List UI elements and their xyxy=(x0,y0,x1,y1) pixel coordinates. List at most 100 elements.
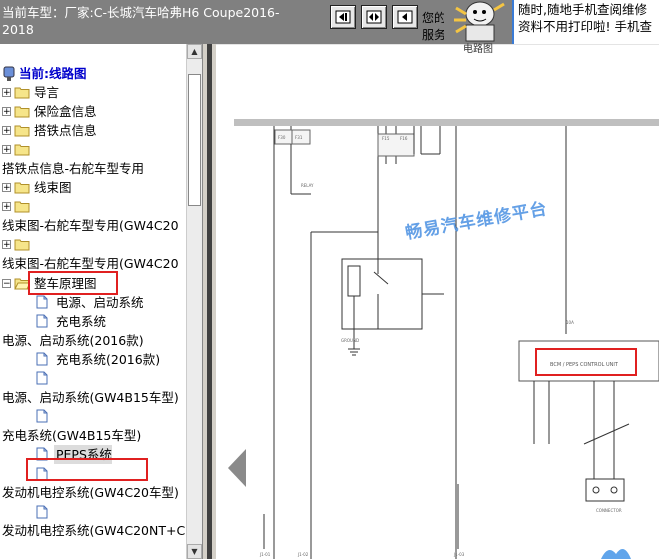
tree-item-label: 线束图-右舵车型专用(GW4C20 xyxy=(2,218,179,234)
document-icon xyxy=(36,352,48,366)
document-icon xyxy=(36,409,48,423)
first-page-icon xyxy=(335,10,351,24)
expand-icon[interactable]: + xyxy=(2,183,11,193)
expand-icon[interactable]: + xyxy=(2,240,11,250)
tree-item[interactable] xyxy=(36,502,56,521)
car-model-line-1: 当前车型：厂家:C-长城汽车哈弗H6 Coupe2016- xyxy=(2,5,280,20)
document-icon xyxy=(36,371,48,385)
tree-item[interactable]: 充电系统(2016款) xyxy=(36,350,160,369)
highlight-box-vehicle-schematic xyxy=(28,271,118,295)
navigation-tree-panel: 当前:线路图 + 导言 + 保险盒信息 + 搭铁点信息 + 搭铁点信息-右舵车型专用 + 线束图 +… xyxy=(0,44,203,559)
tree-item[interactable] xyxy=(36,369,56,388)
tree-item[interactable]: 电源、启动系统(GW4B15车型) xyxy=(0,388,179,407)
tree-item-label: 电源、启动系统(2016款) xyxy=(2,332,144,348)
wiring-diagram: BCM / PEPS CONTROL UNIT F30 F31 F15 F16 … xyxy=(216,44,659,559)
scroll-up-arrow-icon[interactable]: ▲ xyxy=(187,44,202,59)
svg-text:RELAY: RELAY xyxy=(301,183,314,188)
tree-item[interactable]: 充电系统(GW4B15车型) xyxy=(0,426,141,445)
ad-mascot-icon xyxy=(444,0,512,44)
document-icon xyxy=(36,505,48,519)
ad-line-2: 资料不用打印啦! 手机查 xyxy=(518,19,652,34)
navigation-tree: 当前:线路图 + 导言 + 保险盒信息 + 搭铁点信息 + 搭铁点信息-右舵车型专用 + 线束图 +… xyxy=(0,44,186,559)
tree-item-label: 搭铁点信息 xyxy=(34,123,97,139)
prev-page-button[interactable] xyxy=(392,5,418,29)
expand-icon[interactable]: + xyxy=(2,107,11,117)
scroll-down-arrow-icon[interactable]: ▼ xyxy=(187,544,202,559)
svg-text:BCM / PEPS CONTROL UNIT: BCM / PEPS CONTROL UNIT xyxy=(550,362,619,368)
svg-text:CONNECTOR: CONNECTOR xyxy=(596,508,622,513)
folder-icon xyxy=(14,201,30,213)
ad-line-1: 随时,随地手机查阅维修 xyxy=(518,2,647,17)
expand-icon[interactable]: + xyxy=(2,202,11,212)
tree-item-label: 发动机电控系统(GW4C20车型) xyxy=(2,485,179,501)
panel-splitter[interactable] xyxy=(203,44,216,559)
folder-icon xyxy=(14,125,30,137)
fit-page-button[interactable] xyxy=(361,5,387,29)
tree-item[interactable]: 线束图-右舵车型专用(GW4C20 xyxy=(0,216,179,235)
svg-text:F31: F31 xyxy=(295,135,303,140)
tree-item[interactable]: 电源、启动系统(2016款) xyxy=(0,331,144,350)
svg-text:J1-02: J1-02 xyxy=(297,552,309,557)
tree-item-label: 发动机电控系统(GW4C20NT+C xyxy=(2,523,186,539)
tree-item-label: 导言 xyxy=(34,85,60,100)
scrollbar-thumb[interactable] xyxy=(188,74,201,206)
prev-page-icon xyxy=(397,10,413,24)
splitter-bar xyxy=(207,44,212,559)
tree-item-label: 线束图 xyxy=(34,180,72,196)
tree-item-label: 充电系统 xyxy=(56,313,107,329)
svg-text:F30: F30 xyxy=(278,135,286,140)
tree-item[interactable] xyxy=(36,407,56,426)
tree-item[interactable]: 发动机电控系统(GW4C20NT+C xyxy=(0,521,185,540)
svg-text:F15: F15 xyxy=(382,136,390,141)
svg-text:J1-01: J1-01 xyxy=(259,552,271,557)
current-car-model: 当前车型：厂家:C-长城汽车哈弗H6 Coupe2016- 2018 xyxy=(2,4,320,38)
prev-page-arrow-icon[interactable] xyxy=(228,449,248,487)
tree-item-label: 电源、启动系统(GW4B15车型) xyxy=(2,389,179,405)
tree-item-label: 搭铁点信息-右舵车型专用 xyxy=(2,161,145,177)
document-icon xyxy=(36,314,48,328)
page-nav-buttons xyxy=(330,5,418,29)
collapse-icon[interactable]: − xyxy=(2,278,11,288)
tree-item[interactable]: + xyxy=(2,140,34,159)
tree-item[interactable]: + xyxy=(2,235,34,254)
tree-item[interactable]: 电源、启动系统 xyxy=(36,293,144,312)
expand-icon[interactable]: + xyxy=(2,88,11,98)
tree-root-label: 当前:线路图 xyxy=(19,66,87,81)
highlight-box-peps xyxy=(26,458,148,481)
tree-item[interactable]: + 线束图 xyxy=(2,178,72,197)
tree-item[interactable]: + 搭铁点信息 xyxy=(2,121,97,140)
power-bus-bar xyxy=(234,119,659,126)
tree-item[interactable]: + xyxy=(2,197,34,216)
top-bar: 当前车型：厂家:C-长城汽车哈弗H6 Coupe2016- 2018 您的 服务… xyxy=(0,0,659,44)
tree-item-label: 充电系统(GW4B15车型) xyxy=(2,427,142,443)
svg-text:F16: F16 xyxy=(400,136,408,141)
tree-item-label: 保险盒信息 xyxy=(34,104,97,120)
folder-icon xyxy=(14,87,30,99)
tree-item[interactable]: 充电系统 xyxy=(36,312,106,331)
svg-text:GROUND: GROUND xyxy=(341,338,359,343)
tree-item-label: 电源、启动系统 xyxy=(56,294,144,310)
document-icon xyxy=(36,295,48,309)
tree-item[interactable]: + 导言 xyxy=(2,83,59,102)
tree-item[interactable]: 搭铁点信息-右舵车型专用 xyxy=(0,159,144,178)
tree-root[interactable]: 当前:线路图 xyxy=(2,64,87,83)
svg-text:J1-03: J1-03 xyxy=(453,552,465,557)
first-page-button[interactable] xyxy=(330,5,356,29)
tree-scrollbar[interactable]: ▲ ▼ xyxy=(186,44,202,559)
diagram-viewer[interactable]: BCM / PEPS CONTROL UNIT F30 F31 F15 F16 … xyxy=(216,44,659,559)
tree-item[interactable]: 发动机电控系统(GW4C20车型) xyxy=(0,483,179,502)
svg-text:10A: 10A xyxy=(566,320,574,325)
tree-root-icon xyxy=(3,66,15,81)
fit-page-icon xyxy=(366,10,382,24)
folder-icon xyxy=(14,106,30,118)
tree-item[interactable]: + 保险盒信息 xyxy=(2,102,97,121)
car-model-line-2: 2018 xyxy=(2,22,34,37)
folder-icon xyxy=(14,182,30,194)
diagram-title: 电路图 xyxy=(463,44,493,55)
folder-icon xyxy=(14,239,30,251)
expand-icon[interactable]: + xyxy=(2,126,11,136)
folder-icon xyxy=(14,144,30,156)
ad-banner[interactable]: 随时,随地手机查阅维修 资料不用打印啦! 手机查 xyxy=(512,0,659,44)
tree-item-label: 充电系统(2016款) xyxy=(56,351,161,367)
expand-icon[interactable]: + xyxy=(2,145,11,155)
